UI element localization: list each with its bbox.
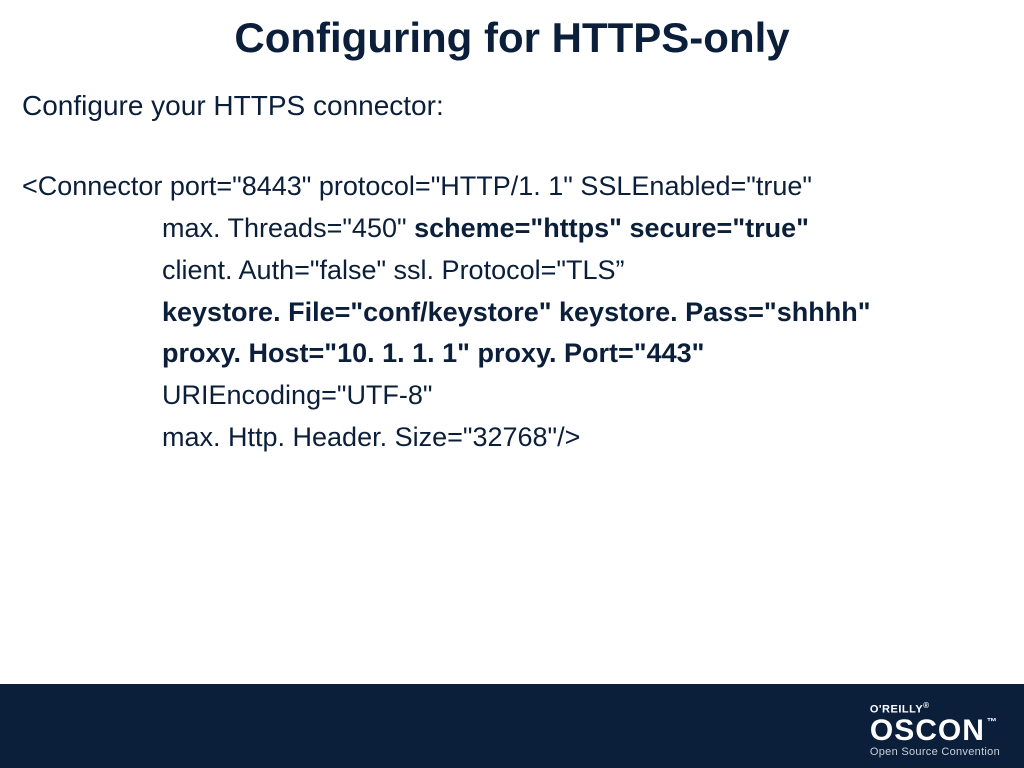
registered-mark: ® bbox=[923, 701, 929, 710]
code-line-6: URIEncoding="UTF-8" bbox=[22, 375, 1002, 417]
logo-brand-main: OSCON™ bbox=[870, 716, 1000, 746]
oscon-logo: O'REILLY® OSCON™ Open Source Convention bbox=[870, 701, 1000, 758]
code-line-1: <Connector port="8443" protocol="HTTP/1.… bbox=[22, 166, 1002, 208]
slide-title: Configuring for HTTPS-only bbox=[0, 0, 1024, 62]
code-line-4: keystore. File="conf/keystore" keystore.… bbox=[22, 292, 1002, 334]
code-line-5: proxy. Host="10. 1. 1. 1" proxy. Port="4… bbox=[22, 333, 1002, 375]
code-line-2: max. Threads="450" scheme="https" secure… bbox=[22, 208, 1002, 250]
code-line-3: client. Auth="false" ssl. Protocol="TLS” bbox=[22, 250, 1002, 292]
slide: Configuring for HTTPS-only Configure you… bbox=[0, 0, 1024, 768]
code-line-2-bold: scheme="https" secure="true" bbox=[414, 213, 809, 243]
code-line-7: max. Http. Header. Size="32768"/> bbox=[22, 417, 1002, 459]
logo-brand-main-text: OSCON bbox=[870, 714, 985, 747]
footer-bar: O'REILLY® OSCON™ Open Source Convention bbox=[0, 684, 1024, 768]
slide-subtitle: Configure your HTTPS connector: bbox=[0, 62, 1024, 122]
trademark-mark: ™ bbox=[987, 717, 998, 728]
code-line-2-plain: max. Threads="450" bbox=[162, 213, 414, 243]
connector-config-code: <Connector port="8443" protocol="HTTP/1.… bbox=[0, 122, 1024, 459]
logo-brand-sub: Open Source Convention bbox=[870, 746, 1000, 758]
